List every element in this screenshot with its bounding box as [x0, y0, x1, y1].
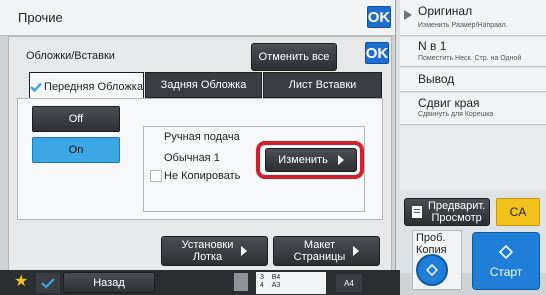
paper-type-text: Обычная 1 [164, 152, 220, 164]
original-subtitle: Изменить Размер/Направл. [418, 22, 508, 29]
tab-front-cover[interactable]: Передняя Обложка [29, 72, 144, 100]
cancel-all-button[interactable]: Отменить все [251, 43, 337, 71]
tab-front-cover-label: Передняя Обложка [44, 80, 143, 93]
margin-shift-subtitle: Сдвинуть для Корешка [418, 111, 494, 118]
preview-button[interactable]: Предварит. Просмотр [404, 198, 490, 226]
expand-arrow-icon [404, 10, 412, 20]
arrow-right-icon [353, 246, 360, 256]
tray-settings-button[interactable]: Установки Лотка [161, 236, 268, 266]
star-icon[interactable]: ★ [14, 273, 28, 291]
arrow-right-icon [241, 246, 248, 256]
clear-all-button[interactable]: CA [496, 198, 540, 226]
tab-back-cover[interactable]: Задняя Обложка [145, 72, 262, 98]
top-ok-button[interactable]: OK [367, 6, 391, 28]
margin-shift-title: Сдвиг края [418, 96, 480, 110]
check-button[interactable] [36, 273, 60, 293]
start-button[interactable]: Старт [472, 232, 540, 290]
preview-label-2: Просмотр [431, 212, 482, 224]
margin-shift-item[interactable]: Сдвиг края Сдвинуть для Корешка [400, 93, 546, 125]
page-layout-label-1: Макет [303, 239, 336, 251]
on-button[interactable]: On [32, 137, 120, 163]
page-layout-label-2: Страницы [293, 251, 346, 263]
tray-status: 3 B4 4 A3 [256, 272, 326, 294]
n-in-1-title: N в 1 [418, 39, 447, 53]
dialog-ok-button[interactable]: OK [365, 42, 389, 64]
start-label: Старт [489, 265, 523, 279]
feed-source-text: Ручная подача [164, 131, 240, 143]
preview-icon [412, 206, 422, 218]
tray-settings-label-1: Установки [181, 239, 234, 251]
tray-icon [234, 273, 248, 291]
screen-title: Прочие [18, 10, 63, 25]
preview-label-1: Предварит. [428, 200, 486, 212]
diamond-icon [499, 245, 513, 259]
n-in-1-item[interactable]: N в 1 Поместить Неск. Стр. на Одной [400, 37, 546, 67]
n-in-1-subtitle: Поместить Неск. Стр. на Одной [418, 55, 522, 62]
output-title: Вывод [418, 72, 455, 86]
right-panel-blank [400, 126, 546, 190]
proof-copy-button[interactable] [416, 254, 448, 286]
tab-insert-sheet[interactable]: Лист Вставки [263, 72, 382, 98]
copy-mode-text: Не Копировать [164, 170, 241, 182]
proof-copy-label: Проб. Копия [416, 232, 447, 256]
page-layout-button[interactable]: Макет Страницы [273, 236, 380, 266]
dialog-title: Обложки/Вставки [26, 50, 115, 62]
original-item[interactable]: Оригинал Изменить Размер/Направл. [400, 0, 546, 36]
tray-settings-label-2: Лотка [192, 251, 223, 263]
original-title: Оригинал [418, 4, 473, 18]
change-button-highlight [256, 141, 364, 179]
checkmark-icon [41, 277, 55, 289]
back-button[interactable]: Назад [63, 272, 155, 293]
diamond-icon [426, 264, 438, 276]
checkmark-icon [30, 82, 42, 92]
copy-option-icon [150, 170, 162, 182]
paper-size-indicator: A4 [336, 274, 362, 292]
off-button[interactable]: Off [32, 106, 120, 132]
output-item[interactable]: Вывод [400, 68, 546, 92]
